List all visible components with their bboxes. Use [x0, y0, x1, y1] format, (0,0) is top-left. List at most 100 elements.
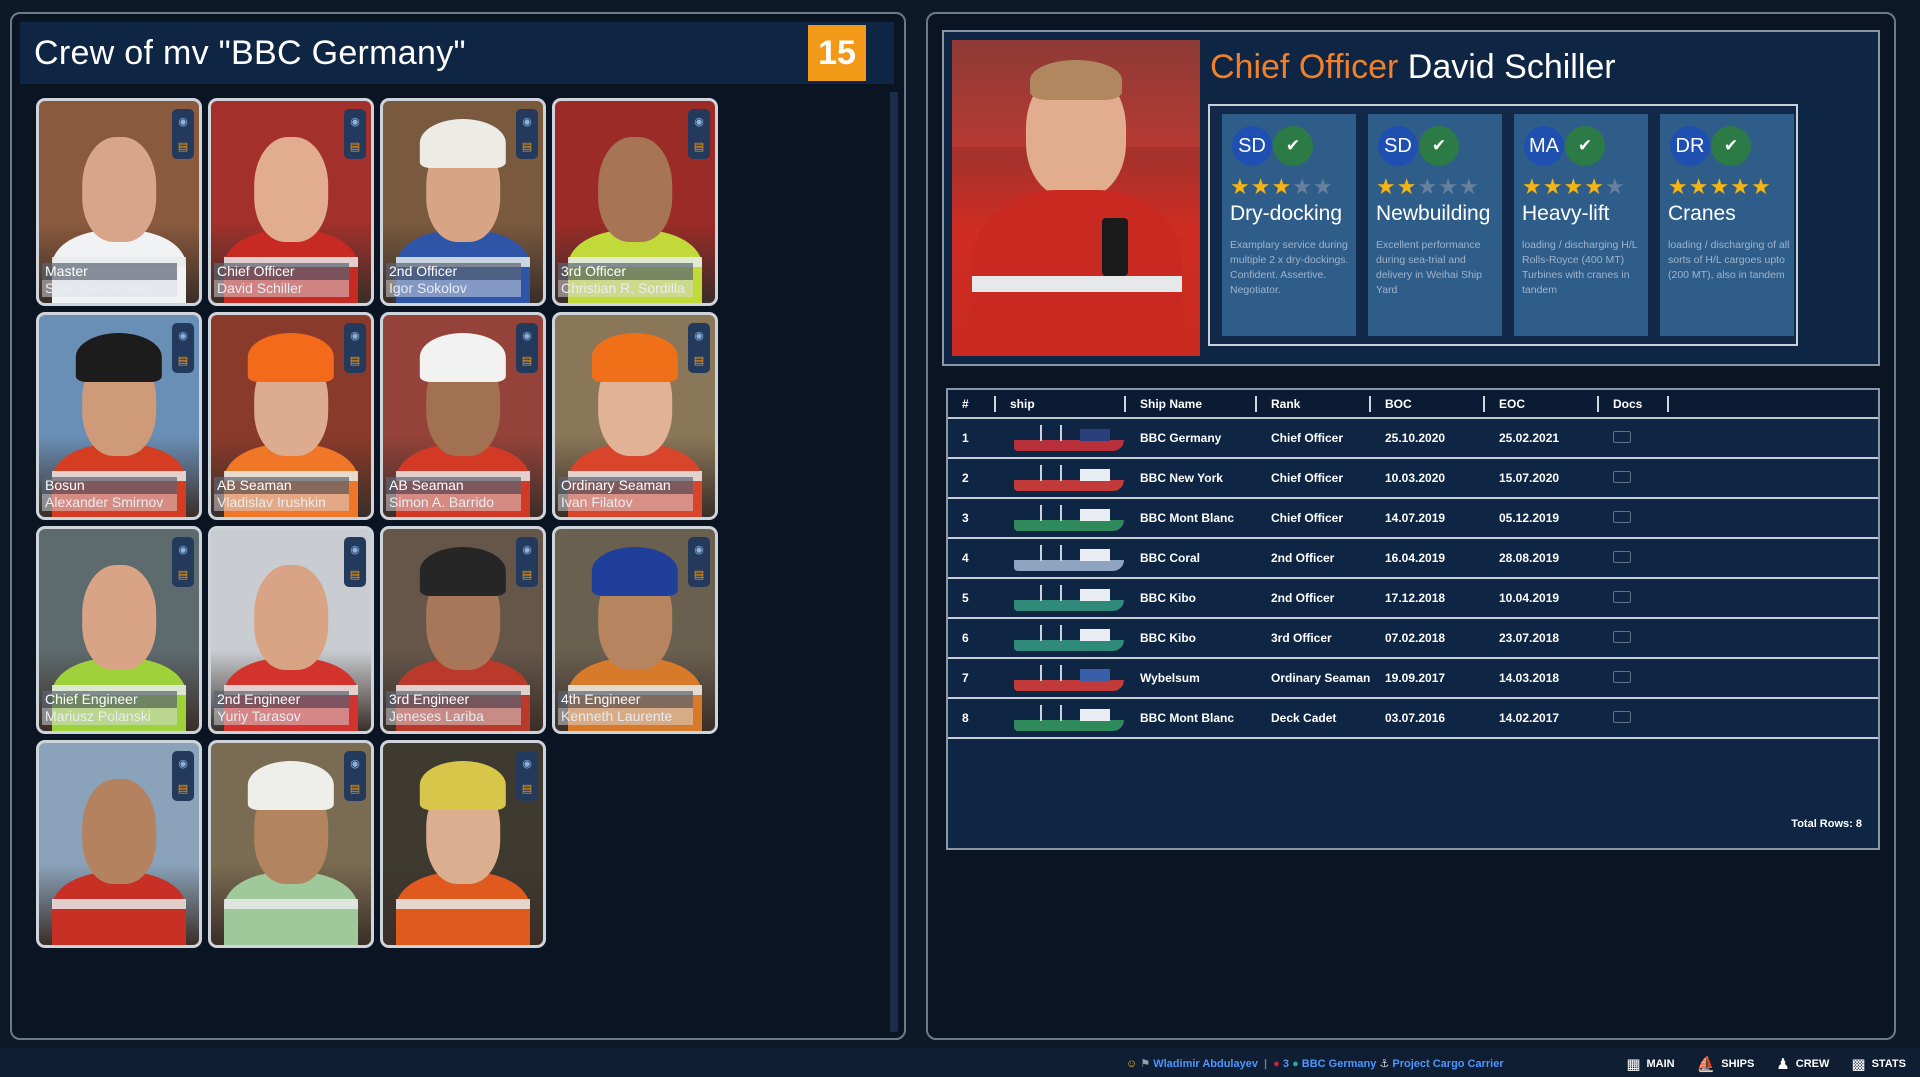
column-header[interactable]: # — [948, 390, 996, 419]
crew-card[interactable]: ◉ ▤ 2nd Officer Igor Sokolov — [380, 98, 546, 306]
boc-cell: 16.04.2019 — [1371, 538, 1485, 579]
docs-cell — [1599, 698, 1669, 739]
document-icon[interactable] — [1613, 630, 1631, 643]
profile-card-icon[interactable]: ◉ ▤ — [516, 323, 538, 373]
status-user[interactable]: Wladimir Abdulayev — [1153, 1058, 1258, 1070]
crew-card[interactable]: ◉ ▤ — [380, 740, 546, 948]
crew-grid: ◉ ▤ Master Scott Brookbanks ◉ ▤ Chief Officer D… — [36, 98, 884, 1034]
crew-card[interactable]: ◉ ▤ Bosun Alexander Smirnov — [36, 312, 202, 520]
document-icon[interactable] — [1613, 670, 1631, 683]
profile-card-icon[interactable]: ◉ ▤ — [516, 109, 538, 159]
document-icon[interactable] — [1613, 710, 1631, 723]
crew-card[interactable]: ◉ ▤ Chief Officer David Schiller — [208, 98, 374, 306]
ship-dot-icon: ● — [1292, 1058, 1299, 1070]
document-icon[interactable] — [1613, 510, 1631, 523]
nav-ships[interactable]: ⛵ SHIPS — [1697, 1055, 1755, 1073]
crew-card[interactable]: ◉ ▤ Chief Engineer Mariusz Polanski — [36, 526, 202, 734]
ship-thumbnail — [996, 538, 1126, 579]
crew-card[interactable]: ◉ ▤ — [36, 740, 202, 948]
profile-card-icon[interactable]: ◉ ▤ — [344, 323, 366, 373]
anchor-icon: ⚓ — [1379, 1058, 1390, 1070]
crew-card[interactable]: ◉ ▤ 4th Engineer Kenneth Laurente — [552, 526, 718, 734]
status-ship[interactable]: BBC Germany — [1302, 1058, 1377, 1070]
crew-name: Christian R. Sordilla — [558, 280, 693, 297]
column-header[interactable]: Ship Name — [1126, 390, 1257, 419]
person-icon: ◉ — [178, 544, 188, 556]
skill-card[interactable]: SD ✔ ★★★★★ Dry-docking Examplary service dur… — [1222, 114, 1356, 336]
skill-card[interactable]: SD ✔ ★★★★★ Newbuilding Excellent performance… — [1368, 114, 1502, 336]
table-row[interactable]: 5 BBC Kibo 2nd Officer 17.12.2018 10.04.2019 — [948, 578, 1878, 619]
id-card-icon: ▤ — [349, 783, 361, 795]
eoc-cell: 10.04.2019 — [1485, 578, 1599, 619]
document-icon[interactable] — [1613, 550, 1631, 563]
crew-card[interactable]: ◉ ▤ 3rd Engineer Jeneses Lariba — [380, 526, 546, 734]
document-icon[interactable] — [1613, 590, 1631, 603]
crew-rank: AB Seaman — [386, 477, 521, 494]
person-icon: ◉ — [178, 758, 188, 770]
skill-card[interactable]: DR ✔ ★★★★★ Cranes loading / discharging of a… — [1660, 114, 1794, 336]
crew-name: Yuriy Tarasov — [214, 708, 349, 725]
crew-card[interactable]: ◉ ▤ 2nd Engineer Yuriy Tarasov — [208, 526, 374, 734]
profile-card-icon[interactable]: ◉ ▤ — [688, 323, 710, 373]
document-icon[interactable] — [1613, 470, 1631, 483]
column-header[interactable]: Rank — [1257, 390, 1371, 419]
table-row[interactable]: 7 Wybelsum Ordinary Seaman 19.09.2017 14.03.… — [948, 658, 1878, 699]
table-row[interactable]: 8 BBC Mont Blanc Deck Cadet 03.07.2016 14.02… — [948, 698, 1878, 739]
profile-card-icon[interactable]: ◉ ▤ — [344, 537, 366, 587]
profile-title: Chief Officer David Schiller — [1210, 48, 1616, 87]
person-icon: ◉ — [522, 544, 532, 556]
nav-stats[interactable]: ▩ STATS — [1851, 1055, 1906, 1073]
column-header[interactable]: ship — [996, 390, 1126, 419]
skill-name: Cranes — [1668, 202, 1736, 225]
column-header[interactable]: EOC — [1485, 390, 1599, 419]
table-row[interactable]: 1 BBC Germany Chief Officer 25.10.2020 25.02… — [948, 418, 1878, 459]
rank-cell: Deck Cadet — [1257, 698, 1371, 739]
table-row[interactable]: 2 BBC New York Chief Officer 10.03.2020 15.0… — [948, 458, 1878, 499]
docs-cell — [1599, 498, 1669, 539]
profile-card-icon[interactable]: ◉ ▤ — [172, 109, 194, 159]
row-number: 7 — [948, 658, 996, 699]
table-row[interactable]: 3 BBC Mont Blanc Chief Officer 14.07.2019 05… — [948, 498, 1878, 539]
crew-card[interactable]: ◉ ▤ AB Seaman Simon A. Barrido — [380, 312, 546, 520]
boc-cell: 07.02.2018 — [1371, 618, 1485, 659]
crew-card[interactable]: ◉ ▤ Master Scott Brookbanks — [36, 98, 202, 306]
crew-scrollbar[interactable] — [890, 92, 898, 1032]
profile-card-icon[interactable]: ◉ ▤ — [688, 109, 710, 159]
crew-card[interactable]: ◉ ▤ Ordinary Seaman Ivan Filatov — [552, 312, 718, 520]
profile-card-icon[interactable]: ◉ ▤ — [516, 751, 538, 801]
crew-card[interactable]: ◉ ▤ — [208, 740, 374, 948]
person-icon: ◉ — [694, 330, 704, 342]
crew-card[interactable]: ◉ ▤ 3rd Officer Christian R. Sordilla — [552, 98, 718, 306]
table-row[interactable]: 4 BBC Coral 2nd Officer 16.04.2019 28.08.201… — [948, 538, 1878, 579]
id-card-icon: ▤ — [521, 783, 533, 795]
profile-card-icon[interactable]: ◉ ▤ — [172, 323, 194, 373]
nav-main[interactable]: ▦ MAIN — [1626, 1055, 1674, 1073]
column-header[interactable]: BOC — [1371, 390, 1485, 419]
table-row[interactable]: 6 BBC Kibo 3rd Officer 07.02.2018 23.07.2018 — [948, 618, 1878, 659]
docs-cell — [1599, 658, 1669, 699]
row-number: 6 — [948, 618, 996, 659]
eoc-cell: 14.02.2017 — [1485, 698, 1599, 739]
skill-card[interactable]: MA ✔ ★★★★★ Heavy-lift loading / discharging … — [1514, 114, 1648, 336]
crew-name: Igor Sokolov — [386, 280, 521, 297]
row-number: 2 — [948, 458, 996, 499]
crew-detail-panel: Chief Officer David Schiller SD ✔ ★★★★★ Dry… — [926, 12, 1896, 1040]
document-icon[interactable] — [1613, 430, 1631, 443]
profile-card-icon[interactable]: ◉ ▤ — [172, 537, 194, 587]
nav-label: MAIN — [1646, 1058, 1675, 1070]
person-icon: ◉ — [350, 758, 360, 770]
crew-card[interactable]: ◉ ▤ AB Seaman Vladislav Irushkin — [208, 312, 374, 520]
nav-crew[interactable]: ♟ CREW — [1776, 1055, 1829, 1073]
column-header[interactable]: Docs — [1599, 390, 1669, 419]
row-spacer — [1669, 658, 1878, 699]
profile-card-icon[interactable]: ◉ ▤ — [344, 109, 366, 159]
person-icon: ◉ — [522, 758, 532, 770]
row-spacer — [1669, 578, 1878, 619]
shield-check-icon: ✔ — [1565, 126, 1605, 166]
profile-card-icon[interactable]: ◉ ▤ — [172, 751, 194, 801]
profile-card-icon[interactable]: ◉ ▤ — [344, 751, 366, 801]
profile-card-icon[interactable]: ◉ ▤ — [688, 537, 710, 587]
row-spacer — [1669, 498, 1878, 539]
crew-rank: 2nd Engineer — [214, 691, 349, 708]
profile-card-icon[interactable]: ◉ ▤ — [516, 537, 538, 587]
